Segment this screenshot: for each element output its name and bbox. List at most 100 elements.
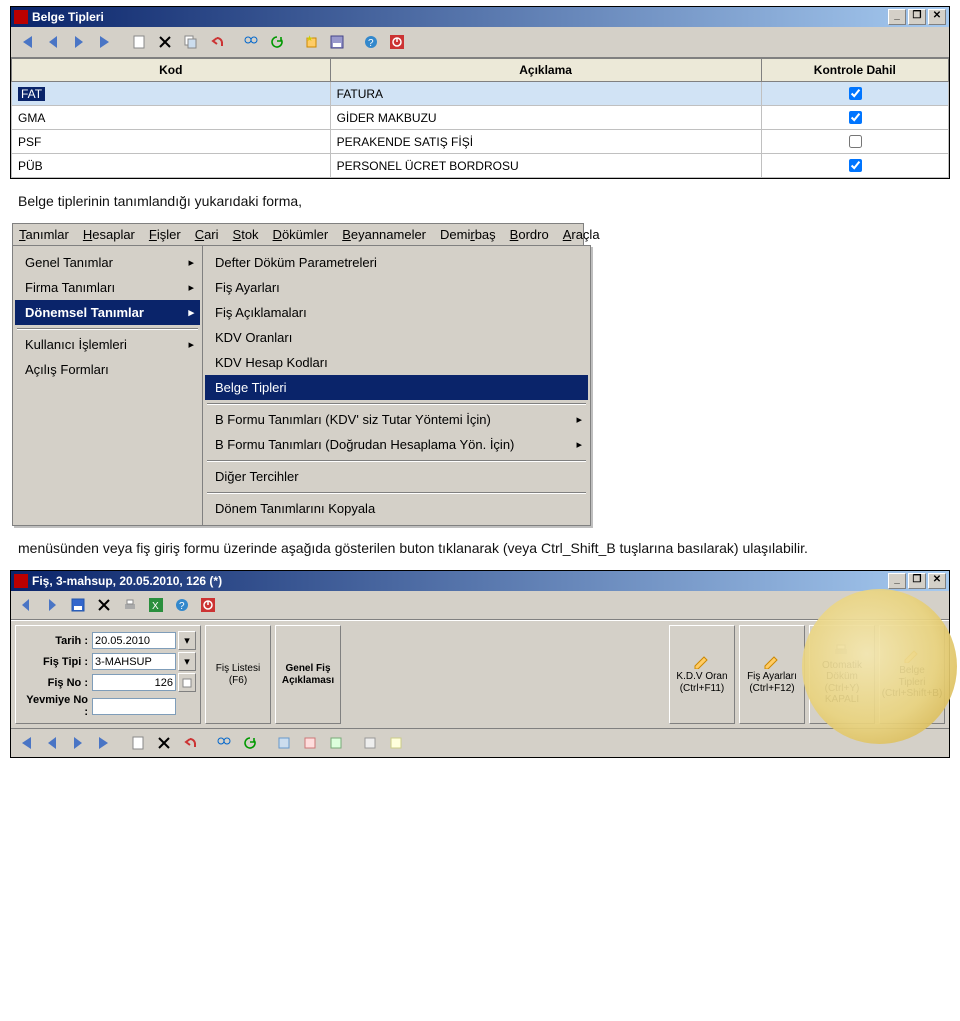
find-button[interactable] [212,731,236,755]
menu-item[interactable]: Genel Tanımlar [15,250,200,275]
delete-button[interactable] [153,30,177,54]
menubar-item[interactable]: Stok [233,227,259,242]
export-excel-button[interactable]: X [144,593,168,617]
first-record-button[interactable] [15,30,39,54]
fisno-new-button[interactable] [178,673,196,692]
cell-aciklama[interactable]: GİDER MAKBUZU [330,106,761,130]
cell-kontrole[interactable] [761,154,948,178]
menubar-item[interactable]: Araçla [563,227,600,242]
delete-button[interactable] [92,593,116,617]
cell-kontrole[interactable] [761,82,948,106]
prev-record-button[interactable] [41,30,65,54]
new-star-button[interactable]: ★ [299,30,323,54]
minimize-button[interactable]: _ [888,9,906,25]
yevmiye-input[interactable] [92,698,176,715]
menu-item[interactable]: Diğer Tercihler [205,464,588,489]
power-button[interactable] [385,30,409,54]
col-kontrole[interactable]: Kontrole Dahil [761,59,948,82]
belge-tipleri-grid[interactable]: Kod Açıklama Kontrole Dahil FATFATURAGMA… [11,58,949,178]
new-button[interactable] [127,30,151,54]
menu-item[interactable]: Defter Döküm Parametreleri [205,250,588,275]
tool-e-button[interactable] [384,731,408,755]
menubar-item[interactable]: Dökümler [273,227,329,242]
menubar-item[interactable]: Cari [195,227,219,242]
cell-kod[interactable]: PSF [12,130,331,154]
copy-button[interactable] [179,30,203,54]
menu-item[interactable]: Dönemsel Tanımlar [15,300,200,325]
table-row[interactable]: FATFATURA [12,82,949,106]
close-button[interactable]: ✕ [928,573,946,589]
menu-item[interactable]: Belge Tipleri [205,375,588,400]
menubar-item[interactable]: Hesaplar [83,227,135,242]
kontrole-checkbox[interactable] [849,135,862,148]
close-button[interactable]: ✕ [928,9,946,25]
last-record-button[interactable] [93,30,117,54]
cell-aciklama[interactable]: PERAKENDE SATIŞ FİŞİ [330,130,761,154]
undo-button[interactable] [178,731,202,755]
menu-item[interactable]: Kullanıcı İşlemleri [15,332,200,357]
next-button[interactable] [40,593,64,617]
cell-kontrole[interactable] [761,130,948,154]
menubar-item[interactable]: Fişler [149,227,181,242]
last-record-button[interactable] [92,731,116,755]
menu-item[interactable]: B Formu Tanımları (Doğrudan Hesaplama Yö… [205,432,588,457]
tool-b-button[interactable] [298,731,322,755]
restore-button[interactable]: ❐ [908,573,926,589]
help-button[interactable]: ? [359,30,383,54]
minimize-button[interactable]: _ [888,573,906,589]
kontrole-checkbox[interactable] [849,159,862,172]
cell-aciklama[interactable]: PERSONEL ÜCRET BORDROSU [330,154,761,178]
cell-kod[interactable]: PÜB [12,154,331,178]
menu-item[interactable]: KDV Hesap Kodları [205,350,588,375]
col-aciklama[interactable]: Açıklama [330,59,761,82]
next-record-button[interactable] [66,731,90,755]
fistipi-picker-button[interactable]: ▾ [178,652,196,671]
table-row[interactable]: PSFPERAKENDE SATIŞ FİŞİ [12,130,949,154]
col-kod[interactable]: Kod [12,59,331,82]
power-button[interactable] [196,593,220,617]
undo-button[interactable] [205,30,229,54]
table-row[interactable]: GMAGİDER MAKBUZU [12,106,949,130]
refresh-button[interactable] [265,30,289,54]
kontrole-checkbox[interactable] [849,87,862,100]
cell-kod[interactable]: GMA [12,106,331,130]
menu-item[interactable]: Açılış Formları [15,357,200,382]
restore-button[interactable]: ❐ [908,9,926,25]
table-row[interactable]: PÜBPERSONEL ÜCRET BORDROSU [12,154,949,178]
cell-kod[interactable]: FAT [12,82,331,106]
first-record-button[interactable] [14,731,38,755]
prev-record-button[interactable] [40,731,64,755]
tarih-picker-button[interactable]: ▾ [178,631,196,650]
menubar-item[interactable]: Beyannameler [342,227,426,242]
tool-c-button[interactable] [324,731,348,755]
next-record-button[interactable] [67,30,91,54]
kontrole-checkbox[interactable] [849,111,862,124]
belge-tipleri-button[interactable]: Belge Tipleri (Ctrl+Shift+B) [879,625,945,724]
tool-a-button[interactable] [272,731,296,755]
menubar-item[interactable]: Demirbaş [440,227,496,242]
fis-listesi-button[interactable]: Fiş Listesi (F6) [205,625,271,724]
menu-item[interactable]: Dönem Tanımlarını Kopyala [205,496,588,521]
save-button[interactable] [66,593,90,617]
menu-item[interactable]: Fiş Açıklamaları [205,300,588,325]
prev-button[interactable] [14,593,38,617]
menu-item[interactable]: KDV Oranları [205,325,588,350]
fistipi-input[interactable] [92,653,176,670]
save-layout-button[interactable] [325,30,349,54]
new-button[interactable] [126,731,150,755]
tool-d-button[interactable] [358,731,382,755]
cell-aciklama[interactable]: FATURA [330,82,761,106]
tarih-input[interactable] [92,632,176,649]
menubar-item[interactable]: Bordro [510,227,549,242]
delete-button[interactable] [152,731,176,755]
cell-kontrole[interactable] [761,106,948,130]
fis-ayarlari-button[interactable]: Fiş Ayarları (Ctrl+F12) [739,625,805,724]
menubar-item[interactable]: Tanımlar [19,227,69,242]
print-button[interactable] [118,593,142,617]
otomatik-dokum-button[interactable]: Otomatik Döküm (Ctrl+Y) KAPALI [809,625,875,724]
menu-item[interactable]: B Formu Tanımları (KDV' siz Tutar Yöntem… [205,407,588,432]
help-button[interactable]: ? [170,593,194,617]
kdv-oran-button[interactable]: K.D.V Oran (Ctrl+F11) [669,625,735,724]
genel-aciklama-button[interactable]: Genel Fiş Açıklaması [275,625,341,724]
menu-item[interactable]: Firma Tanımları [15,275,200,300]
